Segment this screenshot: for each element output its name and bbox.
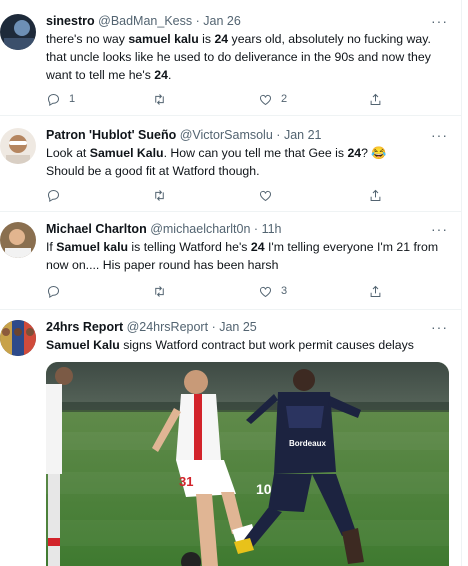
retweet-button[interactable] (152, 282, 175, 300)
like-count: 2 (281, 93, 288, 105)
action-bar (46, 186, 396, 204)
reply-button[interactable] (46, 186, 69, 204)
more-icon[interactable]: ··· (431, 128, 448, 142)
user-handle[interactable]: @BadMan_Kess (98, 14, 192, 28)
highlighted-term: 24 (347, 146, 362, 160)
more-icon[interactable]: ··· (431, 14, 448, 28)
user-handle[interactable]: @24hrsReport (127, 320, 208, 334)
tweet-header: 24hrs Report @24hrsReport · Jan 25 (46, 318, 446, 336)
text-segment: . (167, 68, 172, 82)
text-segment: signs Watford contract but work permit c… (119, 338, 414, 352)
display-name[interactable]: sinestro (46, 14, 95, 28)
action-bar: 3 (46, 282, 396, 300)
timestamp[interactable]: Jan 26 (203, 14, 241, 28)
like-icon (260, 286, 271, 297)
display-name[interactable]: 24hrs Report (46, 320, 123, 334)
separator: · (276, 128, 281, 142)
avatar[interactable] (0, 320, 36, 356)
reply-icon (47, 285, 60, 298)
shirt-number-left: 31 (179, 474, 193, 489)
tweet-media-photo[interactable]: 31 Bordeaux 10 (46, 362, 449, 566)
reply-button[interactable]: 1 (46, 90, 75, 108)
action-bar: 1 2 (46, 90, 396, 108)
separator: · (253, 222, 259, 236)
avatar[interactable] (0, 222, 36, 258)
timestamp[interactable]: 11h (262, 222, 282, 236)
more-icon[interactable]: ··· (431, 222, 448, 236)
tweet[interactable]: sinestro @BadMan_Kess · Jan 26 ··· there… (0, 0, 462, 116)
highlighted-term: 24 (250, 240, 265, 254)
tweet[interactable]: Michael Charlton @michaelcharlt0n · 11h … (0, 212, 462, 310)
retweet-icon (155, 285, 164, 297)
display-name[interactable]: Patron 'Hublot' Sueño (46, 128, 176, 142)
retweet-icon (155, 189, 164, 201)
highlighted-term: samuel kalu (128, 32, 199, 46)
reply-icon (47, 189, 60, 202)
retweet-button[interactable] (152, 90, 175, 108)
timestamp[interactable]: Jan 21 (284, 128, 322, 142)
highlighted-term: 24 (214, 32, 229, 46)
share-button[interactable] (368, 282, 383, 300)
avatar[interactable] (0, 128, 36, 164)
avatar[interactable] (0, 14, 36, 50)
share-button[interactable] (368, 186, 383, 204)
tweet-text: there's no way samuel kalu is 24 years o… (46, 30, 446, 84)
like-button[interactable]: 3 (258, 282, 287, 300)
highlighted-term: Samuel Kalu (89, 146, 164, 160)
tweet-header: Patron 'Hublot' Sueño @VictorSamsolu · J… (46, 126, 446, 144)
sponsor-text: Bordeaux (289, 439, 326, 448)
share-icon (370, 285, 381, 297)
tweet-text: Look at Samuel Kalu. How can you tell me… (46, 144, 446, 180)
text-segment: is (198, 32, 215, 46)
separator: · (211, 320, 216, 334)
text-segment: . How can you tell me that Gee is (163, 146, 348, 160)
tweet-text: If Samuel kalu is telling Watford he's 2… (46, 238, 446, 274)
shirt-number-right: 10 (256, 481, 272, 497)
share-icon (370, 93, 381, 105)
share-icon (370, 189, 381, 201)
reply-button[interactable] (46, 282, 69, 300)
like-button[interactable] (258, 186, 281, 204)
reply-count: 1 (69, 93, 76, 105)
timeline: sinestro @BadMan_Kess · Jan 26 ··· there… (0, 0, 462, 566)
tweet-header: sinestro @BadMan_Kess · Jan 26 (46, 12, 446, 30)
tweet[interactable]: Patron 'Hublot' Sueño @VictorSamsolu · J… (0, 116, 462, 212)
text-segment: ? 😂 (361, 146, 387, 160)
like-icon (260, 190, 271, 201)
more-icon[interactable]: ··· (431, 320, 448, 334)
tweet-header: Michael Charlton @michaelcharlt0n · 11h (46, 220, 446, 238)
text-segment: If (46, 240, 57, 254)
reply-icon (47, 93, 60, 106)
like-count: 3 (281, 285, 288, 297)
like-icon (260, 94, 271, 105)
highlighted-term: Samuel Kalu (46, 338, 120, 352)
football-photo: 31 Bordeaux 10 (46, 362, 449, 566)
text-segment: is telling Watford he's (128, 240, 251, 254)
separator: · (195, 14, 200, 28)
retweet-icon (155, 93, 164, 105)
share-button[interactable] (368, 90, 383, 108)
retweet-button[interactable] (152, 186, 175, 204)
highlighted-term: Samuel kalu (56, 240, 129, 254)
tweet-text: Samuel Kalu signs Watford contract but w… (46, 336, 446, 354)
user-handle[interactable]: @VictorSamsolu (180, 128, 273, 142)
text-segment: there's no way (46, 32, 129, 46)
display-name[interactable]: Michael Charlton (46, 222, 147, 236)
text-segment: Should be a good fit at Watford though. (46, 164, 260, 178)
timestamp[interactable]: Jan 25 (219, 320, 257, 334)
text-segment: Look at (46, 146, 90, 160)
like-button[interactable]: 2 (258, 90, 287, 108)
highlighted-term: 24 (154, 68, 168, 82)
user-handle[interactable]: @michaelcharlt0n (150, 222, 250, 236)
